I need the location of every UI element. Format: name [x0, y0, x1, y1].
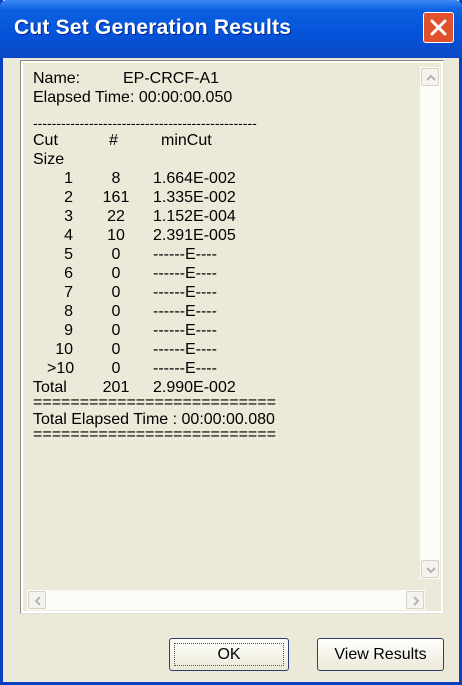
result-count: 0: [111, 322, 121, 339]
total-count: 201: [102, 379, 130, 396]
result-size: 10: [55, 341, 73, 358]
view-results-button[interactable]: View Results: [317, 638, 444, 671]
results-dialog: Cut Set Generation Results Name: EP-CRCF…: [0, 0, 462, 685]
result-count: 8: [111, 170, 121, 187]
result-mincut: ------E----: [153, 246, 217, 263]
result-count: 0: [111, 341, 121, 358]
name-label: Name:: [33, 70, 81, 87]
result-size: 9: [64, 322, 73, 339]
result-count: 0: [111, 284, 121, 301]
view-results-label: View Results: [334, 646, 427, 663]
result-count: 0: [111, 303, 121, 320]
result-row: 6 0 ------E----: [33, 264, 425, 283]
result-row: 10 0 ------E----: [33, 340, 425, 359]
result-row: 9 0 ------E----: [33, 321, 425, 340]
eq-separator-bottom: ==========================: [33, 426, 276, 443]
result-size: 1: [64, 170, 73, 187]
window-title: Cut Set Generation Results: [14, 16, 292, 39]
header-size: Size: [33, 151, 65, 168]
result-size: >10: [47, 360, 75, 377]
scroll-right-button[interactable]: [406, 591, 424, 609]
results-text-panel[interactable]: Name: EP-CRCF-A1 Elapsed Time: 00:00:00.…: [20, 60, 444, 614]
scroll-left-button[interactable]: [28, 591, 46, 609]
total-label: Total: [33, 379, 67, 396]
name-value: EP-CRCF-A1: [123, 70, 220, 87]
chevron-up-icon: [426, 74, 436, 81]
dash-separator: ----------------------------------------…: [33, 115, 257, 131]
result-size: 5: [64, 246, 73, 263]
result-count: 10: [107, 227, 125, 244]
eq-separator-top: ==========================: [33, 394, 276, 411]
result-size: 6: [64, 265, 73, 282]
result-row: >10 0 ------E----: [33, 359, 425, 378]
total-mincut: 2.990E-002: [153, 379, 236, 396]
result-size: 3: [64, 208, 73, 225]
result-size: 2: [64, 189, 73, 206]
chevron-down-icon: [426, 567, 436, 574]
result-row: 4 10 2.391E-005: [33, 226, 425, 245]
result-mincut: ------E----: [153, 284, 217, 301]
result-row: 7 0 ------E----: [33, 283, 425, 302]
horizontal-scrollbar[interactable]: [27, 590, 425, 610]
result-mincut: ------E----: [153, 303, 217, 320]
result-mincut: ------E----: [153, 341, 217, 358]
result-count: 161: [102, 189, 130, 206]
result-count: 0: [111, 265, 121, 282]
result-mincut: 1.664E-002: [153, 170, 236, 187]
result-row: 3 22 1.152E-004: [33, 207, 425, 226]
elapsed-time: Elapsed Time: 00:00:00.050: [33, 89, 233, 106]
result-count: 0: [111, 360, 121, 377]
result-mincut: 1.335E-002: [153, 189, 236, 206]
result-size: 4: [64, 227, 73, 244]
result-mincut: ------E----: [153, 265, 217, 282]
result-count: 22: [107, 208, 125, 225]
result-mincut: 2.391E-005: [153, 227, 236, 244]
result-row: 8 0 ------E----: [33, 302, 425, 321]
close-icon: [430, 19, 447, 36]
chevron-left-icon: [34, 596, 41, 606]
result-size: 8: [64, 303, 73, 320]
close-button[interactable]: [423, 12, 454, 43]
result-count: 0: [111, 246, 121, 263]
header-mincut: minCut: [161, 132, 212, 149]
chevron-right-icon: [413, 596, 420, 606]
vertical-scrollbar[interactable]: [420, 67, 440, 579]
ok-button[interactable]: OK: [169, 638, 289, 671]
result-size: 7: [64, 284, 73, 301]
title-bar[interactable]: Cut Set Generation Results: [0, 0, 462, 58]
result-row: 2 161 1.335E-002: [33, 188, 425, 207]
header-count: #: [109, 132, 118, 149]
result-mincut: ------E----: [153, 322, 217, 339]
result-row: 1 8 1.664E-002: [33, 169, 425, 188]
scroll-up-button[interactable]: [421, 68, 439, 86]
header-cut: Cut: [33, 132, 58, 149]
result-mincut: 1.152E-004: [153, 208, 236, 225]
results-content: Name: EP-CRCF-A1 Elapsed Time: 00:00:00.…: [33, 69, 425, 443]
result-row: 5 0 ------E----: [33, 245, 425, 264]
scroll-down-button[interactable]: [421, 560, 439, 578]
result-mincut: ------E----: [153, 360, 217, 377]
